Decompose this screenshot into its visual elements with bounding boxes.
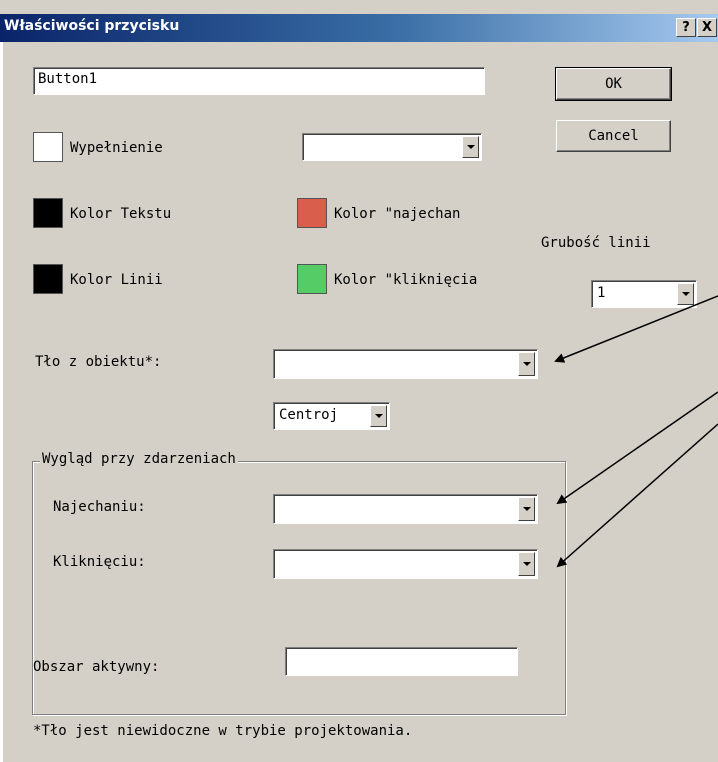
chevron-down-icon[interactable] bbox=[370, 405, 387, 427]
hover-event-label: Najechaniu: bbox=[53, 499, 146, 515]
ok-button[interactable]: OK bbox=[555, 67, 672, 101]
button-name-input[interactable]: Button1 bbox=[33, 67, 485, 95]
chevron-down-icon[interactable] bbox=[677, 283, 694, 305]
click-event-select[interactable] bbox=[273, 549, 538, 579]
background-object-select[interactable] bbox=[273, 349, 538, 379]
line-color-swatch[interactable] bbox=[33, 264, 63, 294]
arrow-line bbox=[556, 423, 718, 568]
line-color-label: Kolor Linii bbox=[70, 272, 163, 288]
cancel-button[interactable]: Cancel bbox=[556, 120, 671, 152]
close-button[interactable]: X bbox=[697, 18, 717, 37]
chevron-down-icon[interactable] bbox=[518, 552, 535, 576]
alignment-value: Centroj bbox=[279, 407, 339, 423]
click-color-swatch[interactable] bbox=[297, 264, 327, 294]
click-event-label: Kliknięciu: bbox=[53, 554, 146, 570]
chevron-down-icon[interactable] bbox=[518, 497, 535, 521]
title-bar[interactable]: Właściwości przycisku ? X bbox=[0, 14, 718, 42]
footnote: *Tło jest niewidoczne w trybie projektow… bbox=[33, 723, 413, 739]
chevron-down-icon[interactable] bbox=[462, 136, 479, 158]
dialog-window: Właściwości przycisku ? X Button1 OK Can… bbox=[0, 0, 718, 762]
click-color-label: Kolor "kliknięcia bbox=[334, 272, 478, 288]
text-color-label: Kolor Tekstu bbox=[70, 206, 172, 222]
window-edge bbox=[0, 42, 3, 762]
alignment-select[interactable]: Centroj bbox=[273, 402, 390, 430]
active-area-label: Obszar aktywny: bbox=[33, 659, 160, 675]
line-width-value: 1 bbox=[597, 285, 606, 301]
arrow-line bbox=[556, 391, 718, 505]
chevron-down-icon[interactable] bbox=[518, 352, 535, 376]
line-width-label: Grubość linii bbox=[541, 235, 651, 251]
hover-event-select[interactable] bbox=[273, 494, 538, 524]
hover-color-label: Kolor "najechan bbox=[334, 206, 461, 222]
line-width-select[interactable]: 1 bbox=[591, 280, 697, 308]
window-title: Właściwości przycisku bbox=[4, 18, 180, 34]
text-color-swatch[interactable] bbox=[33, 198, 63, 228]
hover-color-swatch[interactable] bbox=[297, 198, 327, 228]
fill-label: Wypełnienie bbox=[70, 140, 163, 156]
events-group-legend: Wygląd przy zdarzeniach bbox=[40, 451, 238, 467]
active-area-input[interactable] bbox=[285, 647, 518, 676]
fill-color-swatch[interactable] bbox=[33, 132, 63, 162]
fill-select[interactable] bbox=[302, 133, 482, 161]
background-object-label: Tło z obiektu*: bbox=[35, 354, 162, 370]
help-button[interactable]: ? bbox=[676, 18, 696, 37]
